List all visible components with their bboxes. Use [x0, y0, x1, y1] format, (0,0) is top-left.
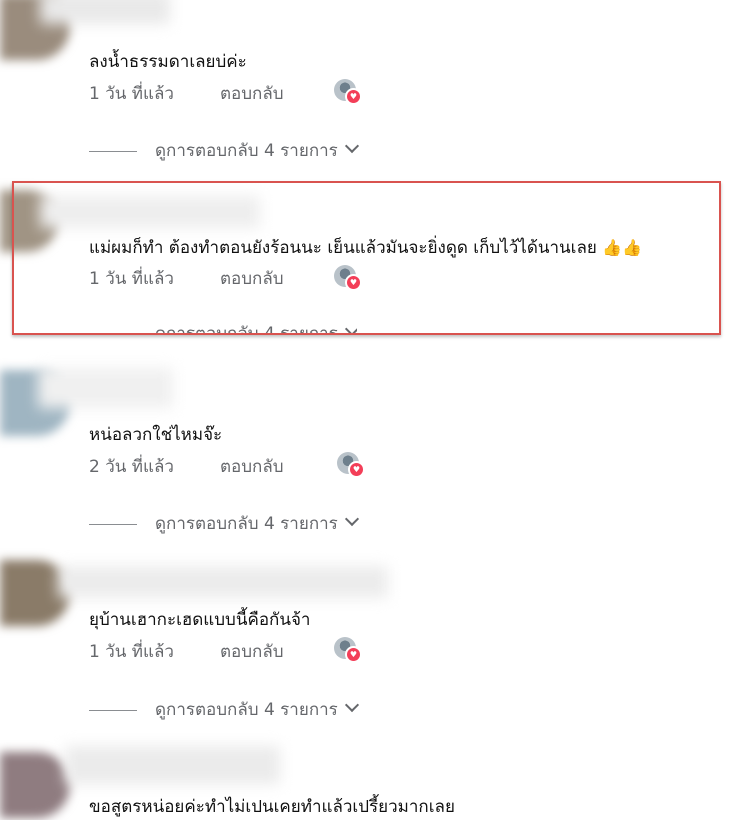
love-reaction-icon[interactable]: ♥	[334, 79, 362, 105]
reply-button[interactable]: ตอบกลับ	[220, 453, 284, 480]
view-replies-button[interactable]: ดูการตอบกลับ 4 รายการ	[89, 696, 359, 723]
comment-time[interactable]: 1 วัน ที่แล้ว	[89, 642, 174, 662]
view-replies-label: ดูการตอบกลับ 4 รายการ	[155, 700, 338, 720]
comment-meta: 2 วัน ที่แล้ว ตอบกลับ	[89, 453, 284, 480]
comment-text: ขอสูตรหน่อยค่ะทำไม่เปนเคยทำแล้วเปรี้ยวมา…	[89, 797, 455, 817]
comment-text: แม่ผมก็ทำ ต้องทำตอนยังร้อนนะ เย็นแล้วมัน…	[89, 234, 642, 261]
heart-icon: ♥	[345, 88, 362, 105]
avatar[interactable]	[0, 752, 70, 818]
reply-line	[89, 709, 137, 711]
love-reaction-icon[interactable]: ♥	[334, 637, 362, 663]
comment-time[interactable]: 1 วัน ที่แล้ว	[89, 84, 174, 104]
thumbs-up-emoji: 👍👍	[602, 238, 643, 257]
comment-meta: 1 วัน ที่แล้ว ตอบกลับ	[89, 80, 284, 107]
blurred-name	[65, 746, 280, 784]
comment-text-body: แม่ผมก็ทำ ต้องทำตอนยังร้อนนะ เย็นแล้วมัน…	[89, 238, 597, 258]
reply-button[interactable]: ตอบกลับ	[220, 265, 284, 292]
love-reaction-icon[interactable]: ♥	[334, 265, 362, 291]
comment-meta: 1 วัน ที่แล้ว ตอบกลับ	[89, 638, 284, 665]
blurred-name	[40, 196, 260, 228]
reply-button[interactable]: ตอบกลับ	[220, 80, 284, 107]
heart-icon: ♥	[348, 461, 365, 478]
view-replies-button[interactable]: ดูการตอบกลับ 4 รายการ	[89, 324, 357, 334]
reply-line	[89, 333, 137, 334]
chevron-down-icon	[344, 138, 359, 154]
view-replies-button[interactable]: ดูการตอบกลับ 4 รายการ	[89, 510, 359, 537]
comment-meta: 1 วัน ที่แล้ว ตอบกลับ	[89, 265, 284, 292]
blurred-name	[58, 566, 388, 598]
comment-time[interactable]: 1 วัน ที่แล้ว	[89, 269, 174, 289]
view-replies-label: ดูการตอบกลับ 4 รายการ	[155, 514, 338, 534]
heart-icon: ♥	[345, 274, 362, 291]
blurred-name	[40, 0, 170, 24]
chevron-down-icon	[344, 511, 359, 527]
love-reaction-icon[interactable]: ♥	[337, 452, 365, 478]
comment-text: ลงน้ำธรรมดาเลยบ่ค่ะ	[89, 52, 247, 72]
view-replies-label: ดูการตอบกลับ 4 รายการ	[155, 324, 338, 334]
heart-icon: ♥	[345, 646, 362, 663]
view-replies-label: ดูการตอบกลับ 4 รายการ	[155, 141, 338, 161]
reply-line	[89, 523, 137, 525]
reply-line	[89, 150, 137, 152]
blurred-name	[38, 368, 173, 408]
comment-time[interactable]: 2 วัน ที่แล้ว	[89, 457, 174, 477]
chevron-down-icon	[344, 324, 357, 334]
chevron-down-icon	[344, 697, 359, 713]
reply-button[interactable]: ตอบกลับ	[220, 638, 284, 665]
comment-text: หน่อลวกใช่ไหมจ๊ะ	[89, 425, 223, 445]
view-replies-button[interactable]: ดูการตอบกลับ 4 รายการ	[89, 137, 359, 164]
comment-text: ยุบ้านเฮากะเฮดแบบนี้คือกันจ้า	[89, 610, 311, 630]
